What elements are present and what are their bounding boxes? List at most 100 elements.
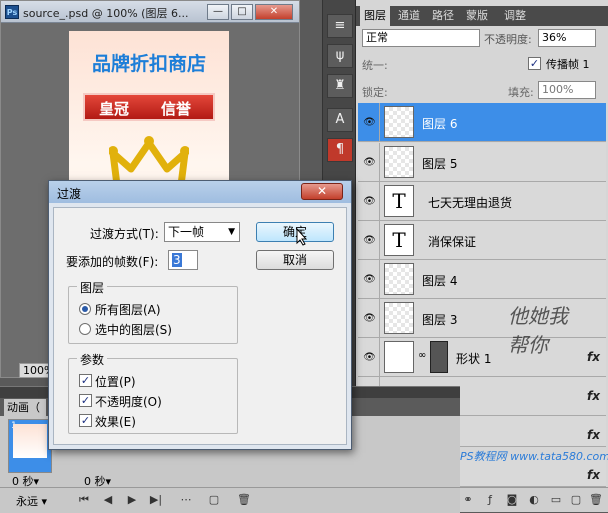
eye-icon[interactable]: 👁 xyxy=(360,143,380,182)
fx-icon[interactable]: fx xyxy=(587,468,600,482)
add-style-icon[interactable]: ƒ xyxy=(482,492,498,508)
tween-dialog: 过渡 ✕ 过渡方式(T): 下一帧 ▼ 要添加的帧数(F): 3 确定 取消 图… xyxy=(48,180,352,450)
layer-row[interactable]: 👁 图层 5 xyxy=(358,143,606,182)
opacity-check-label[interactable]: 不透明度(O) xyxy=(95,393,162,410)
first-frame-icon[interactable]: ⏮ xyxy=(76,492,92,508)
layer-row[interactable]: 👁 图层 6 xyxy=(358,103,606,142)
propagate-label: 传播帧 1 xyxy=(546,58,590,71)
adjust-icon[interactable]: ≡ xyxy=(327,14,353,38)
photoshop-logo-icon: Ps xyxy=(5,5,19,19)
fx-icon[interactable]: fx xyxy=(587,428,600,442)
effects-label[interactable]: 效果(E) xyxy=(95,413,136,430)
lock-row: 锁定: 填充: 100% xyxy=(356,80,608,102)
eye-icon[interactable]: 👁 xyxy=(360,338,380,377)
dialog-title: 过渡 xyxy=(57,187,82,201)
document-title-bar[interactable]: Ps source_.psd @ 100% (图层 6... — □ ✕ xyxy=(1,1,299,23)
all-layers-radio[interactable] xyxy=(79,303,91,315)
minimize-button[interactable]: — xyxy=(207,4,229,20)
adjustment-layer-icon[interactable]: ◐ xyxy=(526,492,542,508)
layer-thumbnail xyxy=(384,146,414,178)
eye-icon[interactable]: 👁 xyxy=(360,182,380,221)
unify-label: 统一: xyxy=(362,59,388,72)
blend-mode-select[interactable]: 正常 xyxy=(362,29,480,47)
effects-checkbox[interactable]: ✓ xyxy=(79,414,92,427)
eye-icon[interactable]: 👁 xyxy=(360,299,380,338)
loop-select[interactable]: 永远 ▾ xyxy=(16,493,47,509)
tween-icon[interactable]: ⋯ xyxy=(178,492,194,508)
params-group: 参数 ✓ 位置(P) ✓ 不透明度(O) ✓ 效果(E) xyxy=(68,351,238,434)
frames-to-add-value: 3 xyxy=(172,253,182,267)
layers-group: 图层 所有图层(A) 选中的图层(S) xyxy=(68,279,238,344)
tween-with-select[interactable]: 下一帧 ▼ xyxy=(164,222,240,242)
art-banner: 皇冠 信誉 xyxy=(83,93,215,121)
chevron-down-icon: ▼ xyxy=(228,227,235,237)
position-label[interactable]: 位置(P) xyxy=(95,373,136,390)
add-mask-icon[interactable]: ◙ xyxy=(504,492,520,508)
layer-row[interactable]: 👁 T 消保保证 xyxy=(358,221,606,260)
frames-to-add-input[interactable]: 3 xyxy=(168,250,198,270)
fx-icon[interactable]: fx xyxy=(587,389,600,403)
position-checkbox[interactable]: ✓ xyxy=(79,374,92,387)
selected-layers-label[interactable]: 选中的图层(S) xyxy=(95,321,172,338)
animation-controls: 永远 ▾ ⏮ ◀ ▶ ▶| ⋯ ▢ 🗑 xyxy=(0,487,460,513)
trash-icon[interactable]: 🗑 xyxy=(236,492,252,508)
dialog-close-button[interactable]: ✕ xyxy=(301,183,343,200)
all-layers-label[interactable]: 所有图层(A) xyxy=(95,301,161,318)
layer-row[interactable]: 👁 T 七天无理由退货 xyxy=(358,182,606,221)
art-headline: 品牌折扣商店 xyxy=(91,53,206,75)
frame-thumbnail xyxy=(13,424,47,458)
layer-name: 形状 1 xyxy=(456,352,492,366)
close-button[interactable]: ✕ xyxy=(255,4,293,20)
clone-source-icon[interactable]: ♜ xyxy=(327,74,353,98)
new-layer-icon[interactable]: ▢ xyxy=(568,492,584,508)
watermark-site: PS教程网 www.tata580.com xyxy=(460,450,608,463)
link-icon: ∞ xyxy=(418,350,427,361)
new-group-icon[interactable]: ▭ xyxy=(548,492,564,508)
layer-thumbnail xyxy=(384,106,414,138)
fill-label: 填充: xyxy=(508,86,534,99)
eye-icon[interactable]: 👁 xyxy=(360,260,380,299)
restore-button[interactable]: □ xyxy=(231,4,253,20)
fill-input[interactable]: 100% xyxy=(538,81,596,99)
tab-layers[interactable]: 图层 xyxy=(360,6,390,26)
cancel-button[interactable]: 取消 xyxy=(256,250,334,270)
character-icon[interactable]: A xyxy=(327,108,353,132)
text-layer-icon: T xyxy=(384,185,414,217)
tab-masks[interactable]: 蒙版 xyxy=(462,6,492,26)
layer-name: 消保保证 xyxy=(428,235,477,249)
document-title: source_.psd @ 100% (图层 6... xyxy=(23,7,189,20)
opacity-checkbox[interactable]: ✓ xyxy=(79,394,92,407)
layers-group-title: 图层 xyxy=(77,279,108,296)
blend-row: 正常 不透明度: 36% xyxy=(356,26,608,50)
opacity-input[interactable]: 36% xyxy=(538,29,596,47)
brush-preset-icon[interactable]: ψ xyxy=(327,44,353,68)
layer-name: 图层 5 xyxy=(422,157,458,171)
layer-name: 七天无理由退货 xyxy=(428,196,513,210)
duplicate-frame-icon[interactable]: ▢ xyxy=(206,492,222,508)
layer-name: 图层 6 xyxy=(422,117,458,131)
animation-frame[interactable]: 1 xyxy=(8,419,52,473)
unify-row: 统一: ✓ 传播帧 1 xyxy=(356,52,608,76)
lock-label: 锁定: xyxy=(362,86,388,99)
prev-frame-icon[interactable]: ◀ xyxy=(100,492,116,508)
trash-icon[interactable]: 🗑 xyxy=(588,492,604,508)
ok-button[interactable]: 确定 xyxy=(256,222,334,242)
eye-icon[interactable]: 👁 xyxy=(360,221,380,260)
propagate-checkbox[interactable]: ✓ xyxy=(528,57,541,70)
dialog-title-bar[interactable]: 过渡 ✕ xyxy=(49,181,351,203)
tab-channels[interactable]: 通道 xyxy=(394,6,424,26)
fx-icon[interactable]: fx xyxy=(587,350,600,364)
link-layers-icon[interactable]: ⚭ xyxy=(460,492,476,508)
layer-row[interactable]: 👁 ∞ 形状 1 fx xyxy=(358,338,606,377)
layer-row[interactable]: 👁 图层 3 xyxy=(358,299,606,338)
tab-animation[interactable]: 动画（ xyxy=(4,399,46,416)
play-icon[interactable]: ▶ xyxy=(124,492,140,508)
tab-adjustments[interactable]: 调整 xyxy=(500,6,530,26)
paragraph-icon[interactable]: ¶ xyxy=(327,138,353,162)
tab-paths[interactable]: 路径 xyxy=(428,6,458,26)
selected-layers-radio[interactable] xyxy=(79,323,91,335)
eye-icon[interactable]: 👁 xyxy=(360,103,380,142)
panel-tabs: 图层 通道 路径 蒙版 调整 xyxy=(356,6,608,26)
layer-row[interactable]: 👁 图层 4 xyxy=(358,260,606,299)
next-frame-icon[interactable]: ▶| xyxy=(148,492,164,508)
